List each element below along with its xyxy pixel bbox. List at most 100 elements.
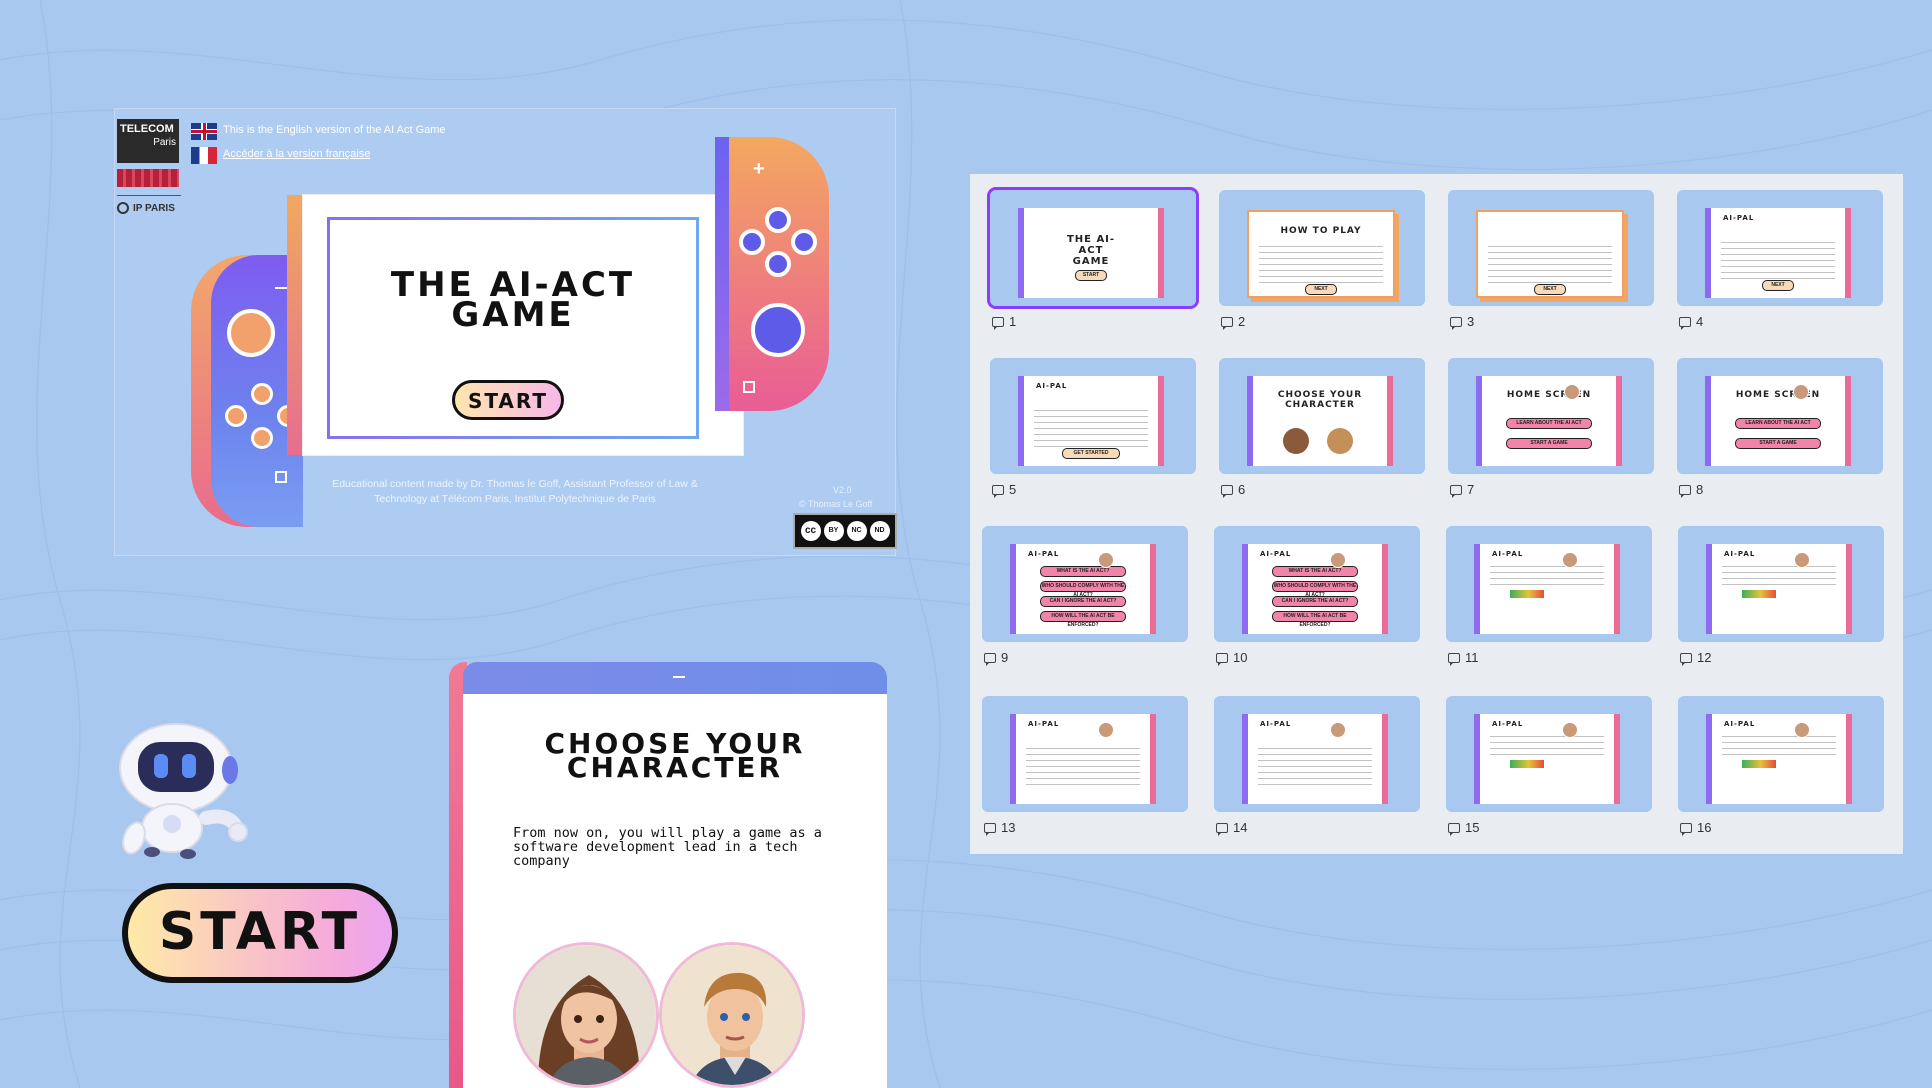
slide-body-text	[1488, 246, 1612, 286]
character-avatar-icon	[1562, 722, 1578, 738]
slide-pill: WHO SHOULD COMPLY WITH THE AI ACT?	[1040, 581, 1126, 598]
title-slide-preview[interactable]: TELECOM Paris IP PARIS This is the Englis…	[114, 108, 897, 556]
character-avatar-icon	[1562, 552, 1578, 568]
slide-body-text	[1259, 246, 1383, 286]
slide-number-label[interactable]: 8	[1679, 482, 1703, 498]
female-avatar[interactable]	[513, 942, 659, 1088]
slide-page: AI-PAL GET STARTED	[1018, 376, 1164, 466]
slide-number: 6	[1238, 482, 1246, 497]
slide-number-label[interactable]: 1	[992, 314, 1017, 330]
button-b	[765, 251, 791, 277]
slide-thumbnail-4[interactable]: AI-PAL NEXT	[1677, 190, 1883, 306]
slide-number-label[interactable]: 10	[1216, 650, 1247, 666]
slide-thumbnail-8[interactable]: HOME SCREEN LEARN ABOUT THE AI ACT START A…	[1677, 358, 1883, 474]
comment-icon	[1448, 652, 1460, 666]
slide-number-label[interactable]: 3	[1450, 314, 1474, 330]
slide-heading: THE AI-ACT GAME	[1066, 234, 1116, 267]
uk-flag-icon	[191, 123, 217, 140]
choose-character-title: CHOOSE YOUR CHARACTER	[544, 727, 806, 784]
slide-page: NEXT	[1476, 210, 1624, 298]
slide-page: HOW TO PLAY NEXT	[1247, 210, 1395, 298]
comment-icon	[992, 316, 1004, 330]
slide-thumbnail-5[interactable]: AI-PAL GET STARTED	[990, 358, 1196, 474]
slide-heading: HOW TO PLAY	[1280, 226, 1362, 236]
slide-thumbnail-16[interactable]: AI-PAL	[1678, 696, 1884, 812]
capture-button-icon	[275, 471, 287, 483]
comment-icon	[984, 822, 996, 836]
creative-commons-badge: cc BY NC ND	[793, 513, 897, 549]
dpad-up	[251, 383, 273, 405]
slide-heading: AI-PAL	[1036, 382, 1068, 390]
dpad-down	[251, 427, 273, 449]
plus-icon: +	[753, 158, 765, 180]
telecom-paris-logo: TELECOM Paris IP PARIS	[117, 119, 181, 214]
slide-button: START	[1075, 270, 1107, 281]
start-button-small[interactable]: START	[452, 380, 564, 420]
slide-page: AI-PAL	[1706, 714, 1852, 804]
slide-number-label[interactable]: 15	[1448, 820, 1479, 836]
slide-page: AI-PAL NEXT	[1705, 208, 1851, 298]
slide-number-label[interactable]: 16	[1680, 820, 1712, 836]
version-label: V2.0	[833, 485, 852, 495]
slide-number-label[interactable]: 12	[1680, 650, 1712, 666]
home-button-icon	[743, 381, 755, 393]
comment-icon	[1216, 822, 1228, 836]
slide-thumbnail-15[interactable]: AI-PAL	[1446, 696, 1652, 812]
male-avatar[interactable]	[659, 942, 805, 1088]
slide-number: 2	[1238, 314, 1246, 329]
slide-page: AI-PAL	[1706, 544, 1852, 634]
game-screen: THE AI-ACT GAME START	[303, 195, 743, 455]
slide-number-label[interactable]: 13	[984, 820, 1015, 836]
comment-icon	[1680, 822, 1692, 836]
slide-button: GET STARTED	[1062, 448, 1120, 459]
slide-body-text	[1722, 736, 1836, 756]
button-a	[791, 229, 817, 255]
slide-thumbnail-10[interactable]: AI-PAL WHAT IS THE AI ACT? WHO SHOULD COMP…	[1214, 526, 1420, 642]
slide-number-label[interactable]: 6	[1221, 482, 1246, 498]
slide-thumbnail-3[interactable]: NEXT	[1448, 190, 1654, 306]
slide-number-label[interactable]: 2	[1221, 314, 1246, 330]
slide-heading: HOME SCREEN	[1506, 390, 1592, 400]
slide-page: AI-PAL	[1474, 544, 1620, 634]
french-version-link[interactable]: Accéder à la version française	[223, 148, 370, 160]
comment-icon	[1450, 484, 1462, 498]
france-flag-icon	[191, 147, 217, 164]
slide-thumbnail-7[interactable]: HOME SCREEN LEARN ABOUT THE AI ACT START A…	[1448, 358, 1654, 474]
slide-number-label[interactable]: 9	[984, 650, 1008, 666]
slide-thumbnail-1[interactable]: THE AI-ACT GAME START	[987, 187, 1199, 309]
comment-icon	[1679, 484, 1691, 498]
slide-page: HOME SCREEN LEARN ABOUT THE AI ACT START A…	[1705, 376, 1851, 466]
logo-red-bar	[117, 169, 179, 187]
slide-number-label[interactable]: 7	[1450, 482, 1474, 498]
slide-number-label[interactable]: 4	[1679, 314, 1703, 330]
slide-thumbnail-14[interactable]: AI-PAL	[1214, 696, 1420, 812]
slide-pill: LEARN ABOUT THE AI ACT	[1506, 418, 1592, 429]
start-button-large[interactable]: START	[122, 883, 398, 983]
character-avatar-icon	[1330, 722, 1346, 738]
slide-pill: HOW WILL THE AI ACT BE ENFORCED?	[1040, 611, 1126, 628]
comment-icon	[1679, 316, 1691, 330]
slide-thumbnail-11[interactable]: AI-PAL	[1446, 526, 1652, 642]
slide-number-label[interactable]: 14	[1216, 820, 1247, 836]
slide-number-label[interactable]: 5	[992, 482, 1016, 498]
risk-scale-bar	[1510, 590, 1544, 598]
slide-body-text	[1034, 410, 1148, 450]
choose-character-card: CHOOSE YOUR CHARACTER From now on, you w…	[449, 662, 887, 1088]
card-body: CHOOSE YOUR CHARACTER From now on, you w…	[463, 694, 887, 1088]
slide-number-label[interactable]: 11	[1448, 650, 1479, 666]
slide-page: AI-PAL	[1474, 714, 1620, 804]
slide-thumbnail-9[interactable]: AI-PAL WHAT IS THE AI ACT? WHO SHOULD COMP…	[982, 526, 1188, 642]
slide-number: 12	[1697, 650, 1712, 665]
slide-number: 1	[1009, 314, 1017, 329]
slide-pill: CAN I IGNORE THE AI ACT?	[1040, 596, 1126, 607]
slide-thumbnail-13[interactable]: AI-PAL	[982, 696, 1188, 812]
slide-heading: AI-PAL	[1492, 720, 1524, 728]
credit-text: Educational content made by Dr. Thomas l…	[332, 478, 698, 505]
character-avatar-icon	[1330, 552, 1346, 568]
slide-thumbnail-2[interactable]: HOW TO PLAY NEXT	[1219, 190, 1425, 306]
slide-thumbnail-12[interactable]: AI-PAL	[1678, 526, 1884, 642]
slide-number: 16	[1697, 820, 1712, 835]
slide-page: THE AI-ACT GAME START	[1018, 208, 1164, 298]
english-version-note: This is the English version of the AI Ac…	[223, 124, 446, 136]
slide-thumbnail-6[interactable]: CHOOSE YOUR CHARACTER	[1219, 358, 1425, 474]
